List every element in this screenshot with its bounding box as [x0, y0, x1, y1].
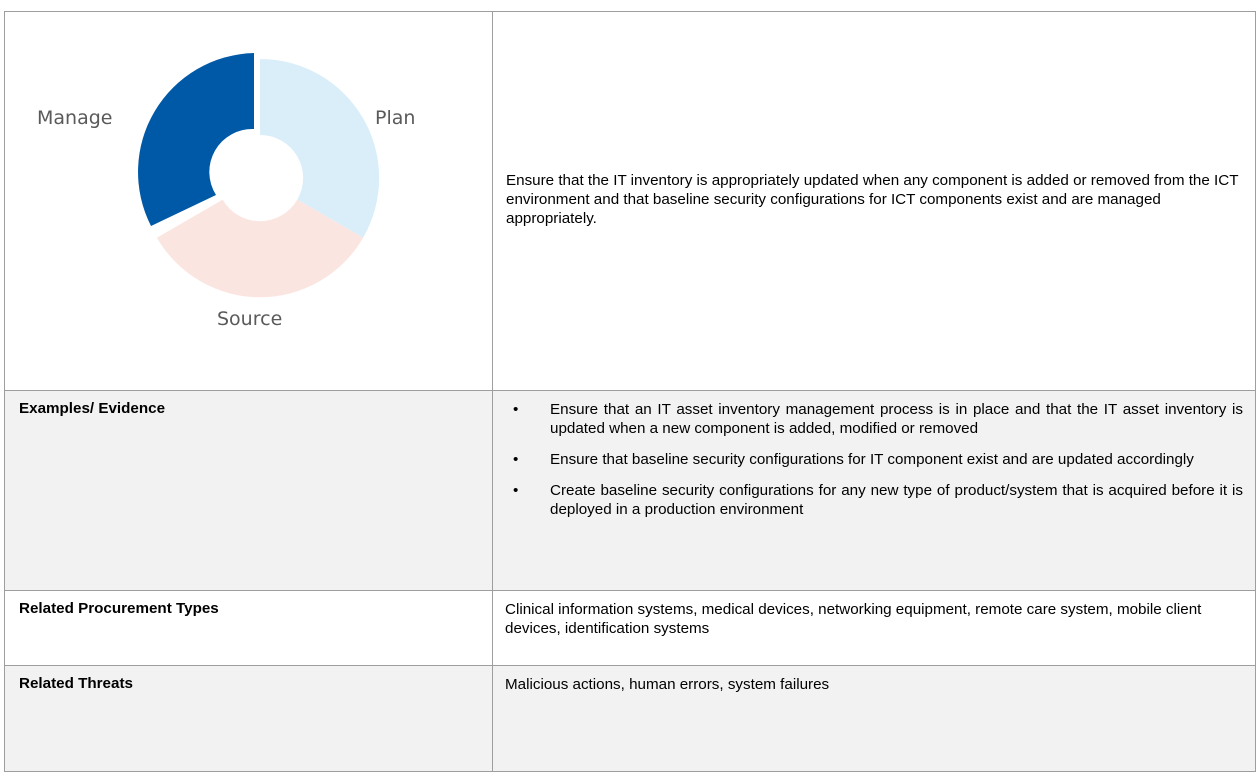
requirement-table: Manage Plan Source Ensure that the IT in…: [4, 11, 1256, 772]
plan-segment: [260, 58, 380, 238]
threats-row: Related Threats Malicious actions, human…: [4, 665, 1256, 772]
examples-list-cell: • Ensure that an IT asset inventory manag…: [492, 390, 1256, 591]
requirement-description: Ensure that the IT inventory is appropri…: [506, 172, 1239, 227]
source-label: Source: [217, 308, 282, 330]
list-item: • Create baseline security configurations…: [493, 481, 1243, 519]
examples-label: Examples/ Evidence: [19, 400, 166, 417]
lifecycle-diagram-cell: Manage Plan Source: [4, 11, 493, 391]
examples-label-cell: Examples/ Evidence: [4, 390, 493, 591]
procurement-label-cell: Related Procurement Types: [4, 590, 493, 666]
manage-label: Manage: [37, 107, 112, 129]
procurement-label: Related Procurement Types: [19, 600, 219, 617]
list-item-text: Ensure that baseline security configurat…: [550, 451, 1194, 468]
bullet-icon: •: [513, 401, 519, 418]
procurement-value-cell: Clinical information systems, medical de…: [492, 590, 1256, 666]
bullet-icon: •: [513, 482, 519, 499]
threats-label-cell: Related Threats: [4, 665, 493, 772]
plan-label: Plan: [375, 107, 415, 129]
lifecycle-donut-diagram: Manage Plan Source: [37, 53, 415, 330]
list-item-text: Create baseline security configurations …: [550, 482, 1243, 518]
list-item: • Ensure that an IT asset inventory manag…: [493, 400, 1243, 438]
examples-row: Examples/ Evidence • Ensure that an IT as…: [4, 390, 1256, 591]
bullet-icon: •: [513, 451, 519, 468]
procurement-row: Related Procurement Types Clinical infor…: [4, 590, 1256, 666]
evidence-list: • Ensure that an IT asset inventory manag…: [493, 391, 1255, 519]
description-cell: Ensure that the IT inventory is appropri…: [492, 11, 1256, 391]
threats-value-cell: Malicious actions, human errors, system …: [492, 665, 1256, 772]
threats-label: Related Threats: [19, 675, 133, 692]
procurement-value: Clinical information systems, medical de…: [505, 601, 1202, 637]
manage-segment: [138, 53, 254, 226]
threats-value: Malicious actions, human errors, system …: [505, 676, 830, 693]
list-item: • Ensure that baseline security configura…: [493, 450, 1243, 469]
diagram-row: Manage Plan Source Ensure that the IT in…: [4, 11, 1256, 391]
list-item-text: Ensure that an IT asset inventory manage…: [550, 401, 1243, 437]
